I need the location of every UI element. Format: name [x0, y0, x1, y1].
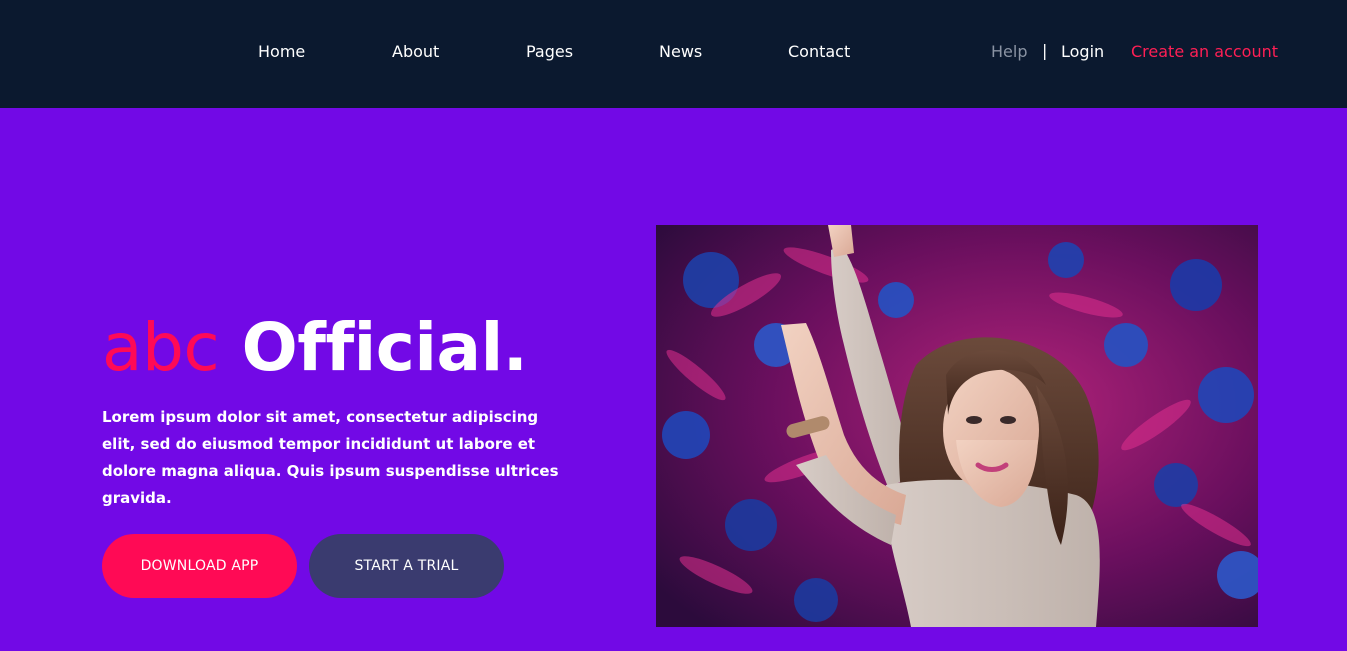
login-link[interactable]: Login — [1061, 42, 1104, 62]
nav-link-home[interactable]: Home — [258, 42, 305, 62]
hero-title: abc Official. — [102, 308, 528, 388]
nav-link-contact[interactable]: Contact — [788, 42, 850, 62]
start-trial-button[interactable]: START A TRIAL — [309, 534, 504, 598]
nav-link-news[interactable]: News — [659, 42, 702, 62]
hero-title-main: Official. — [241, 309, 528, 386]
nav-separator: | — [1042, 41, 1048, 60]
hero-description: Lorem ipsum dolor sit amet, consectetur … — [102, 408, 559, 507]
hero-photo — [656, 225, 1258, 627]
download-app-button[interactable]: DOWNLOAD APP — [102, 534, 297, 598]
nav-link-about[interactable]: About — [392, 42, 439, 62]
create-account-link[interactable]: Create an account — [1131, 42, 1278, 62]
top-navbar: Home About Pages News Contact Help | Log… — [0, 0, 1347, 108]
hero-title-accent: abc — [102, 309, 220, 386]
help-link[interactable]: Help — [991, 42, 1027, 62]
nav-link-pages[interactable]: Pages — [526, 42, 573, 62]
